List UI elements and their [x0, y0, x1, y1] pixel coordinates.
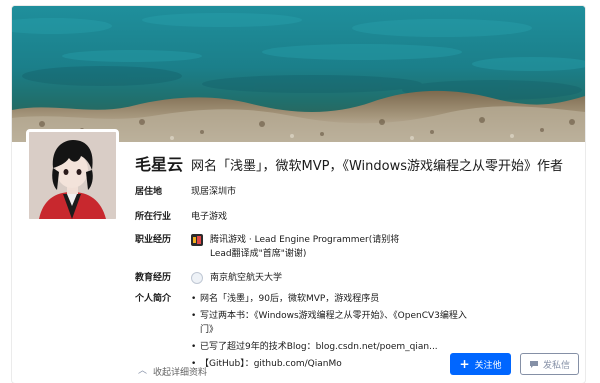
- location-value: 现居深圳市: [191, 187, 237, 197]
- profile-card: 毛星云 网名「浅墨」，微软MVP，《Windows游戏编程之从零开始》作者 居住地…: [12, 6, 585, 383]
- avatar-anime-character-image: [29, 132, 116, 219]
- education-label: 教育经历: [135, 273, 172, 283]
- profile-headline: 网名「浅墨」，微软MVP，《Windows游戏编程之从零开始》作者: [191, 159, 563, 174]
- education-value: 南京航空航天大学: [210, 273, 283, 283]
- profile-banner-image[interactable]: [12, 6, 585, 142]
- collapse-details-label: 收起详细资料: [153, 368, 208, 378]
- chat-bubble-icon: [529, 360, 538, 368]
- collapse-details-link[interactable]: ︿ 收起详细资料: [138, 365, 208, 379]
- banner-sea-coast-image: [12, 6, 585, 142]
- industry-value: 电子游戏: [191, 212, 228, 222]
- intro-item: 【GitHub】：github.com/QianMo: [191, 357, 471, 371]
- company-logo-icon: [191, 234, 203, 246]
- follow-button-label: 关注他: [474, 360, 502, 371]
- profile-name: 毛星云: [135, 155, 184, 174]
- intro-item: 写过两本书：《Windows游戏编程之从零开始》、《OpenCV3编程入门》: [191, 309, 471, 337]
- plus-icon: +: [459, 357, 470, 371]
- intro-item: 已写了超过9年的技术Blog：blog.csdn.net/poem_qian..…: [191, 340, 471, 354]
- follow-button[interactable]: + 关注他: [450, 353, 511, 375]
- avatar[interactable]: [26, 129, 119, 222]
- profile-name-line: 毛星云 网名「浅墨」，微软MVP，《Windows游戏编程之从零开始》作者: [135, 151, 563, 175]
- experience-label: 职业经历: [135, 235, 172, 245]
- intro-label: 个人简介: [135, 294, 172, 304]
- send-message-label: 发私信: [542, 360, 570, 371]
- intro-item: 网名「浅墨」，90后，微软MVP，游戏程序员: [191, 292, 471, 306]
- location-label: 居住地: [135, 187, 163, 197]
- send-message-button[interactable]: 发私信: [520, 353, 579, 375]
- industry-label: 所在行业: [135, 212, 172, 222]
- experience-value: 腾讯游戏 · Lead Engine Programmer(请别将Lead翻译成…: [210, 235, 400, 259]
- chevron-up-icon: ︿: [138, 366, 148, 376]
- intro-list: 网名「浅墨」，90后，微软MVP，游戏程序员 写过两本书：《Windows游戏编…: [191, 292, 471, 374]
- school-logo-icon: [191, 272, 203, 284]
